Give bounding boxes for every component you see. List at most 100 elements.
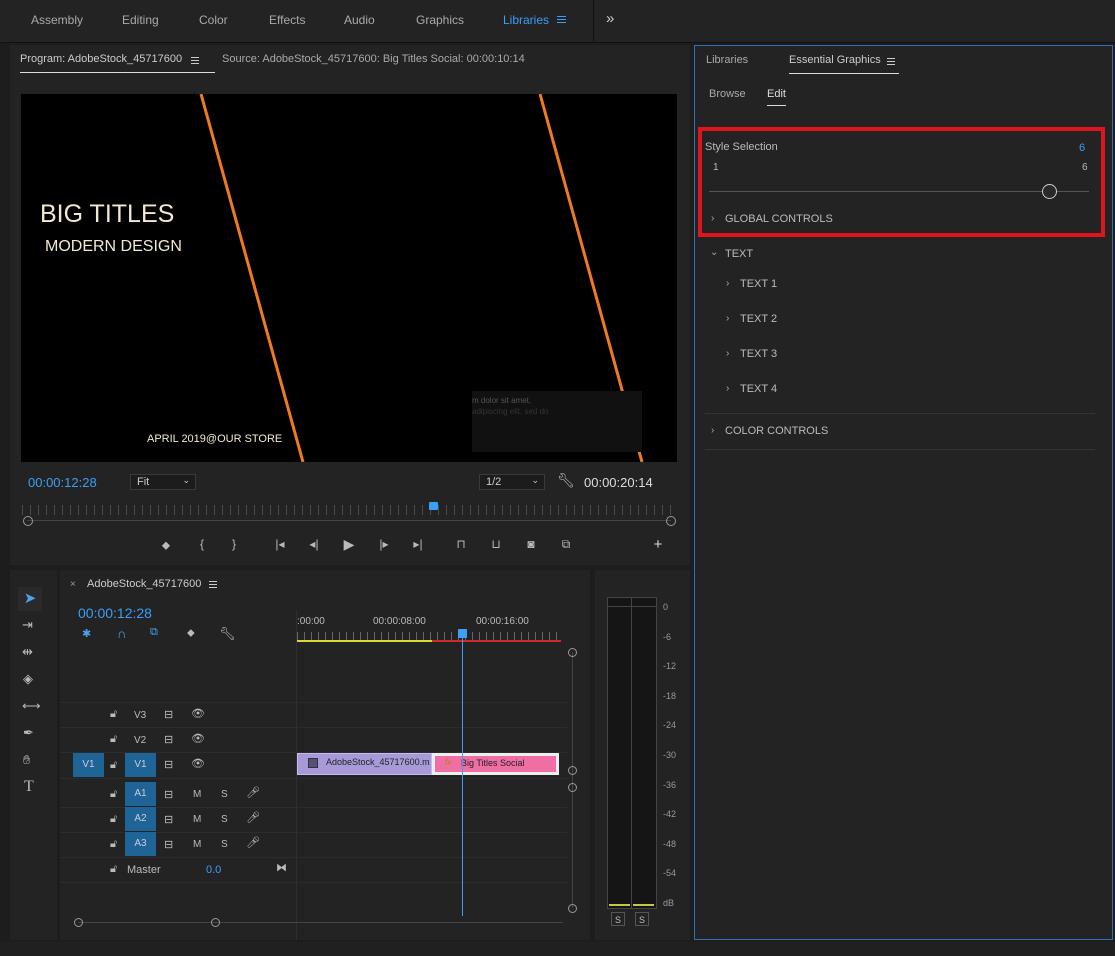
scroll-handle[interactable] xyxy=(568,904,577,913)
tab-program[interactable]: Program: AdobeStock_45717600 xyxy=(20,53,182,65)
tab-source[interactable]: Source: AdobeStock_45717600: Big Titles … xyxy=(222,53,525,65)
panel-menu-icon[interactable] xyxy=(887,58,895,67)
source-patch-v1[interactable]: V1 xyxy=(73,753,104,777)
solo-button[interactable]: S xyxy=(221,789,228,800)
timeline-playhead-line[interactable] xyxy=(462,638,463,916)
lock-icon[interactable]: 🔓︎ xyxy=(110,708,117,721)
workspace-tab-color[interactable]: Color xyxy=(199,13,228,27)
sync-lock-icon[interactable]: ⊟ xyxy=(164,788,173,801)
add-marker-icon[interactable]: ⬥ xyxy=(157,538,175,553)
master-volume-value[interactable]: 0.0 xyxy=(206,864,221,876)
resolution-select[interactable]: 1/2 ⌄ xyxy=(479,474,545,490)
range-end-handle[interactable] xyxy=(666,516,676,526)
linked-selection-icon[interactable]: ⧉ xyxy=(150,626,158,639)
solo-button[interactable]: S xyxy=(221,814,228,825)
bowtie-icon[interactable]: ⧓ xyxy=(276,861,287,874)
workspace-tab-effects[interactable]: Effects xyxy=(269,13,305,27)
microphone-icon[interactable]: 🎤︎ xyxy=(246,811,260,824)
solo-left-button[interactable]: S xyxy=(611,912,625,926)
tab-essential-graphics[interactable]: Essential Graphics xyxy=(789,54,881,66)
program-playhead[interactable] xyxy=(428,502,438,510)
nest-icon[interactable]: ✱ xyxy=(82,627,91,640)
workspace-tab-libraries[interactable]: Libraries xyxy=(503,13,549,27)
mute-button[interactable]: M xyxy=(193,814,201,825)
hand-tool-icon[interactable]: ✋︎ xyxy=(23,752,30,768)
text-item-4[interactable]: › TEXT 4 xyxy=(720,382,1020,398)
workspace-tab-graphics[interactable]: Graphics xyxy=(416,13,464,27)
slider-thumb[interactable] xyxy=(1042,184,1057,199)
track-target-a3[interactable]: A3 xyxy=(125,832,156,856)
extract-icon[interactable]: ⊔ xyxy=(487,537,505,551)
solo-button[interactable]: S xyxy=(221,839,228,850)
scroll-handle[interactable] xyxy=(568,648,577,657)
wrench-icon[interactable]: 🔧︎ xyxy=(219,626,236,642)
microphone-icon[interactable]: 🎤︎ xyxy=(246,836,260,849)
panel-menu-icon[interactable] xyxy=(191,57,199,66)
scroll-handle[interactable] xyxy=(568,783,577,792)
eye-icon[interactable]: 👁︎ xyxy=(191,732,205,745)
mute-button[interactable]: M xyxy=(193,789,201,800)
sync-lock-icon[interactable]: ⊟ xyxy=(164,758,173,771)
program-scrub-track[interactable] xyxy=(27,520,671,521)
go-to-out-icon[interactable]: ▸| xyxy=(409,537,427,551)
program-ruler[interactable] xyxy=(22,505,672,515)
ripple-edit-tool-icon[interactable]: ⇹ xyxy=(22,644,33,660)
graphic-clip[interactable]: fx Big Titles Social xyxy=(432,753,559,775)
workspace-tab-editing[interactable]: Editing xyxy=(122,13,159,27)
microphone-icon[interactable]: 🎤︎ xyxy=(246,786,260,799)
wrench-icon[interactable]: 🔧︎ xyxy=(557,472,575,489)
workspace-menu-icon[interactable] xyxy=(557,16,566,23)
track-target-a2[interactable]: A2 xyxy=(125,807,156,831)
workspace-tab-audio[interactable]: Audio xyxy=(344,13,375,27)
lock-icon[interactable]: 🔓︎ xyxy=(110,838,117,851)
scroll-handle[interactable] xyxy=(568,766,577,775)
program-current-time[interactable]: 00:00:12:28 xyxy=(28,475,97,490)
mark-in-icon[interactable]: { xyxy=(193,537,211,551)
horizontal-scrollbar[interactable] xyxy=(78,922,563,923)
sync-lock-icon[interactable]: ⊟ xyxy=(164,733,173,746)
close-icon[interactable]: × xyxy=(70,579,76,590)
timeline-ruler[interactable] xyxy=(297,632,563,640)
go-to-in-icon[interactable]: |◂ xyxy=(271,537,289,551)
workspace-tab-assembly[interactable]: Assembly xyxy=(31,13,83,27)
sync-lock-icon[interactable]: ⊟ xyxy=(164,708,173,721)
tab-edit[interactable]: Edit xyxy=(767,88,786,100)
add-button-icon[interactable]: + xyxy=(649,536,667,553)
track-select-tool-icon[interactable]: ⇥ xyxy=(22,617,33,633)
timeline-current-time[interactable]: 00:00:12:28 xyxy=(78,605,152,621)
selection-tool-icon[interactable]: ➤ xyxy=(18,587,42,611)
style-selection-value[interactable]: 6 xyxy=(1079,142,1085,154)
mute-button[interactable]: M xyxy=(193,839,201,850)
sync-lock-icon[interactable]: ⊟ xyxy=(164,838,173,851)
tab-sequence[interactable]: AdobeStock_45717600 xyxy=(87,578,201,590)
pen-tool-icon[interactable]: ✒ xyxy=(23,725,34,741)
track-target-a1[interactable]: A1 xyxy=(125,782,156,806)
lock-icon[interactable]: 🔓︎ xyxy=(110,759,117,772)
text-item-2[interactable]: › TEXT 2 xyxy=(720,312,1020,328)
play-icon[interactable]: ▶ xyxy=(340,536,358,553)
lock-icon[interactable]: 🔓︎ xyxy=(110,813,117,826)
color-controls-section[interactable]: › COLOR CONTROLS xyxy=(705,424,1035,440)
panel-menu-icon[interactable] xyxy=(209,581,217,590)
tab-libraries[interactable]: Libraries xyxy=(706,54,748,66)
mark-out-icon[interactable]: } xyxy=(225,537,243,551)
solo-right-button[interactable]: S xyxy=(635,912,649,926)
slip-tool-icon[interactable]: ⟷ xyxy=(22,698,41,714)
sync-lock-icon[interactable]: ⊟ xyxy=(164,813,173,826)
eye-icon[interactable]: 👁︎ xyxy=(191,757,205,770)
lock-icon[interactable]: 🔓︎ xyxy=(110,863,117,876)
camera-icon[interactable]: ◙ xyxy=(522,537,540,551)
step-back-icon[interactable]: ◂| xyxy=(305,537,323,551)
zoom-handle-left[interactable] xyxy=(74,918,83,927)
vertical-scrollbar[interactable] xyxy=(572,652,573,908)
zoom-level-select[interactable]: Fit ⌄ xyxy=(130,474,196,490)
add-marker-icon[interactable]: ⬥ xyxy=(187,627,195,640)
lift-icon[interactable]: ⊓ xyxy=(452,537,470,551)
lock-icon[interactable]: 🔓︎ xyxy=(110,733,117,746)
text-item-3[interactable]: › TEXT 3 xyxy=(720,347,1020,363)
overflow-chevron-icon[interactable]: » xyxy=(606,10,614,27)
video-frame[interactable]: m dolor sit amet, adipiscing elit, sed d… xyxy=(21,94,677,462)
text-item-1[interactable]: › TEXT 1 xyxy=(720,277,1020,293)
timeline-playhead-head[interactable] xyxy=(458,629,467,638)
track-target-v1[interactable]: V1 xyxy=(125,753,156,777)
